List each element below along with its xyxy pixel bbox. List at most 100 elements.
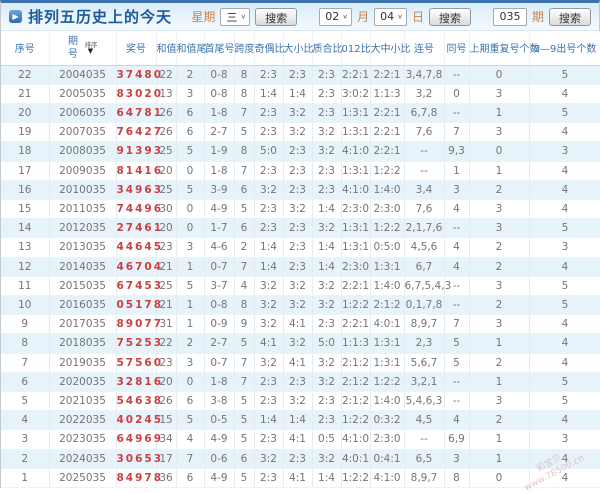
- month-label: 月: [357, 10, 370, 24]
- cell-odd-even-ratio: 3:2: [254, 449, 284, 469]
- cell-sum-tail: 0: [176, 372, 205, 392]
- table-row: 8 2018035 75253 22 2 2-7 5 4:1 3:2 5:0 1:1:3 1:3:1 2…: [1, 333, 600, 354]
- cell-prime-composite-ratio: 3:2: [312, 372, 342, 392]
- cell-sum: 20: [156, 372, 177, 392]
- cell-digit-count: 4: [529, 333, 600, 354]
- cell-same-number: 7: [444, 122, 470, 143]
- cell-prize-number: 89077: [116, 314, 161, 335]
- cell-sum-tail: 5: [176, 180, 205, 200]
- cell-big-small-ratio: 1:4: [283, 84, 313, 104]
- issue-input[interactable]: [492, 7, 527, 26]
- cell-big-small-ratio: 3:2: [283, 122, 313, 143]
- cell-same-number: 3: [444, 180, 470, 200]
- cell-same-number: 4: [444, 410, 470, 431]
- cell-sum-tail: 7: [176, 449, 205, 469]
- cell-digit-count: 3: [529, 141, 600, 162]
- table-row: 1 2025035 84978 36 6 4-9 5 2:3 4:1 1:4 1:2:2 4:1:0 8…: [1, 468, 600, 489]
- cell-big-mid-small-ratio: 1:4:0: [370, 180, 405, 200]
- col-head-tail: 首尾号: [204, 31, 235, 66]
- cell-head-tail: 1-8: [204, 372, 235, 392]
- cell-span: 7: [234, 161, 255, 181]
- cell-odd-even-ratio: 5:0: [254, 141, 284, 162]
- cell-012-ratio: 1:3:1: [341, 161, 371, 181]
- table-row: 14 2012035 27461 20 0 1-7 6 2:3 2:3 3:2 1:3:1 1:2:2…: [1, 218, 600, 239]
- cell-sum: 26: [156, 103, 177, 124]
- cell-consecutive: 3,4: [404, 180, 445, 200]
- date-search-button[interactable]: 搜索: [428, 7, 471, 26]
- cell-prime-composite-ratio: 2:3: [312, 65, 342, 85]
- cell-same-number: --: [444, 218, 470, 239]
- cell-big-small-ratio: 4:1: [283, 429, 313, 450]
- cell-sum: 26: [156, 391, 177, 412]
- cell-head-tail: 0-8: [204, 295, 235, 316]
- issue-label: 期: [531, 10, 544, 24]
- weekday-search-button[interactable]: 搜索: [255, 7, 298, 26]
- chevron-down-icon: ∨: [342, 12, 349, 21]
- cell-span: 7: [234, 372, 255, 392]
- cell-prize-number: 91393: [116, 141, 161, 162]
- cell-big-small-ratio: 2:3: [283, 218, 313, 239]
- cell-012-ratio: 4:0:1: [341, 449, 371, 469]
- cell-consecutive: 6,5: [404, 449, 445, 469]
- cell-big-mid-small-ratio: 2:3:0: [370, 429, 405, 450]
- cell-sum: 21: [156, 257, 177, 277]
- cell-prev-repeat-count: 3: [469, 276, 530, 296]
- cell-big-small-ratio: 2:3: [283, 161, 313, 181]
- cell-odd-even-ratio: 1:4: [254, 84, 284, 104]
- cell-same-number: 5: [444, 353, 470, 373]
- cell-big-small-ratio: 4:1: [283, 468, 313, 489]
- col-big-small-ratio: 大小比: [283, 31, 314, 66]
- cell-sum-tail: 0: [176, 161, 205, 181]
- cell-consecutive: 2,1,7,6: [404, 218, 445, 239]
- cell-012-ratio: 1:3:1: [341, 103, 371, 124]
- cell-same-number: --: [444, 103, 470, 124]
- cell-serial: 3: [1, 429, 50, 450]
- table-row: 11 2015035 67453 25 5 3-7 4 3:2 3:2 3:2 2:2:1 1:4:0…: [1, 276, 600, 296]
- cell-issue: 2015035: [49, 276, 117, 296]
- cell-sum: 20: [156, 161, 177, 181]
- cell-same-number: --: [444, 372, 470, 392]
- sort-down-icon: ▼: [87, 46, 94, 55]
- col-big-mid-small-ratio: 大中小比: [370, 31, 411, 66]
- cell-012-ratio: 1:2:2: [341, 295, 371, 316]
- cell-sum: 23: [156, 237, 177, 258]
- cell-odd-even-ratio: 2:3: [254, 429, 284, 450]
- cell-same-number: 7: [444, 314, 470, 335]
- cell-span: 5: [234, 199, 255, 220]
- cell-odd-even-ratio: 3:2: [254, 295, 284, 316]
- cell-big-small-ratio: 2:3: [283, 141, 313, 162]
- cell-head-tail: 4-9: [204, 429, 235, 450]
- cell-issue: 2021035: [49, 391, 117, 412]
- month-select[interactable]: 02 ∨: [319, 7, 353, 26]
- cell-consecutive: 8,9,7: [404, 468, 445, 489]
- sort-control[interactable]: 排序 ▼: [84, 42, 98, 55]
- cell-head-tail: 0-9: [204, 314, 235, 335]
- cell-prev-repeat-count: 1: [469, 449, 530, 469]
- cell-prev-repeat-count: 1: [469, 372, 530, 392]
- cell-big-mid-small-ratio: 1:3:1: [370, 333, 405, 354]
- cell-prev-repeat-count: 0: [469, 65, 530, 85]
- cell-012-ratio: 2:1:2: [341, 372, 371, 392]
- cell-issue: 2025035: [49, 468, 117, 489]
- cell-prime-composite-ratio: 3:2: [312, 353, 342, 373]
- cell-digit-count: 4: [529, 180, 600, 200]
- issue-search-button[interactable]: 搜索: [549, 7, 591, 26]
- cell-prev-repeat-count: 3: [469, 314, 530, 335]
- cell-consecutive: 0,1,7,8: [404, 295, 445, 316]
- cell-prize-number: 74496: [116, 199, 161, 220]
- cell-prime-composite-ratio: 1:4: [312, 468, 342, 489]
- title-bar: ▶ 排列五历史上的今天 星期 三 ∨ 搜索 02 ∨ 月 04 ∨ 日 搜索 0…: [1, 3, 599, 31]
- cell-012-ratio: 4:1:0: [341, 429, 371, 450]
- cell-head-tail: 0-7: [204, 353, 235, 373]
- cell-span: 8: [234, 141, 255, 162]
- cell-sum-tail: 3: [176, 237, 205, 258]
- cell-sum: 25: [156, 276, 177, 296]
- cell-serial: 14: [1, 218, 50, 239]
- table-row: 4 2022035 40245 15 5 0-5 5 1:4 1:4 2:3 1:2:2 0:3:2 4…: [1, 410, 600, 431]
- cell-head-tail: 0-7: [204, 257, 235, 277]
- cell-issue: 2019035: [49, 353, 117, 373]
- cell-head-tail: 4-6: [204, 237, 235, 258]
- weekday-select[interactable]: 三 ∨: [220, 7, 251, 26]
- cell-serial: 6: [1, 372, 50, 392]
- day-select[interactable]: 04 ∨: [374, 7, 407, 26]
